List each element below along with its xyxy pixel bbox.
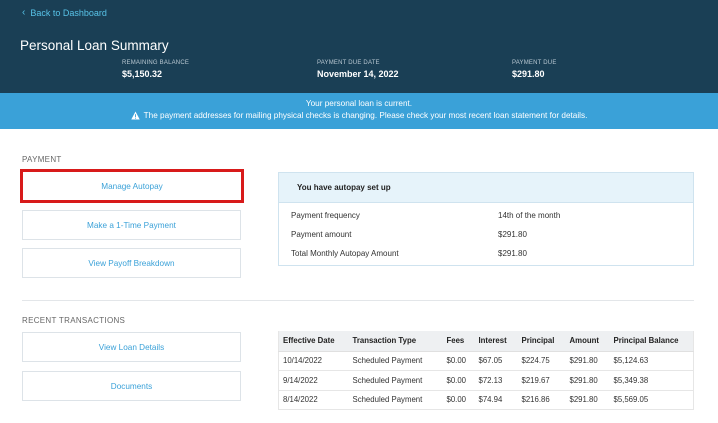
- stat-value: $291.80: [512, 69, 545, 79]
- cell-fees: $0.00: [442, 351, 475, 371]
- stat-label: REMAINING BALANCE: [122, 60, 190, 66]
- payment-section-label: PAYMENT: [22, 155, 62, 164]
- stat-label: PAYMENT DUE: [512, 60, 557, 66]
- documents-button[interactable]: Documents: [22, 371, 241, 401]
- autopay-amount-label: Payment amount: [291, 230, 352, 239]
- table-row: 8/14/2022 Scheduled Payment $0.00 $74.94…: [278, 390, 694, 410]
- autopay-total-label: Total Monthly Autopay Amount: [291, 249, 399, 258]
- banner-status-text: Your personal loan is current.: [305, 99, 413, 108]
- autopay-summary-card: You have autopay set up Payment frequenc…: [278, 172, 694, 266]
- cell-principal-balance: $5,349.38: [609, 370, 694, 391]
- section-divider: [22, 300, 694, 301]
- autopay-heading: You have autopay set up: [279, 173, 693, 203]
- banner-notice: The payment addresses for mailing physic…: [0, 111, 718, 120]
- cell-amount: $291.80: [565, 370, 610, 391]
- page-title: Personal Loan Summary: [20, 38, 169, 53]
- column-header: Principal Balance: [609, 331, 694, 352]
- cell-interest: $74.94: [474, 390, 518, 410]
- table-header-row: Effective Date Transaction Type Fees Int…: [278, 331, 694, 352]
- back-link-label: Back to Dashboard: [30, 8, 107, 18]
- autopay-frequency-value: 14th of the month: [498, 211, 561, 220]
- cell-effective-date: 10/14/2022: [278, 351, 349, 371]
- chevron-left-icon: ‹: [22, 7, 26, 18]
- cell-principal-balance: $5,569.05: [609, 390, 694, 410]
- page-header: ‹ Back to Dashboard Personal Loan Summar…: [0, 0, 718, 93]
- autopay-frequency-label: Payment frequency: [291, 211, 360, 220]
- cell-interest: $67.05: [474, 351, 518, 371]
- cell-principal: $224.75: [517, 351, 566, 371]
- column-header: Fees: [442, 331, 475, 352]
- column-header: Interest: [474, 331, 518, 352]
- stat-value: $5,150.32: [122, 69, 163, 79]
- cell-amount: $291.80: [565, 351, 610, 371]
- cell-principal: $219.67: [517, 370, 566, 391]
- column-header: Amount: [565, 331, 610, 352]
- cell-principal: $216.86: [517, 390, 566, 410]
- table-row: 9/14/2022 Scheduled Payment $0.00 $72.13…: [278, 370, 694, 391]
- cell-effective-date: 8/14/2022: [278, 390, 349, 410]
- payment-due-date-stat: PAYMENT DUE DATE November 14, 2022: [317, 60, 399, 79]
- banner-notice-text: The payment addresses for mailing physic…: [143, 111, 588, 120]
- warning-icon: [130, 111, 140, 120]
- cell-amount: $291.80: [565, 390, 610, 410]
- remaining-balance-stat: REMAINING BALANCE $5,150.32: [122, 60, 189, 79]
- cell-fees: $0.00: [442, 390, 475, 410]
- view-loan-details-button[interactable]: View Loan Details: [22, 332, 241, 362]
- autopay-amount-value: $291.80: [498, 230, 527, 239]
- cell-transaction-type: Scheduled Payment: [348, 370, 443, 391]
- stat-label: PAYMENT DUE DATE: [317, 60, 380, 66]
- stat-value: November 14, 2022: [317, 69, 399, 79]
- column-header: Principal: [517, 331, 566, 352]
- cell-effective-date: 9/14/2022: [278, 370, 349, 391]
- cell-fees: $0.00: [442, 370, 475, 391]
- cell-transaction-type: Scheduled Payment: [348, 351, 443, 371]
- make-one-time-payment-button[interactable]: Make a 1-Time Payment: [22, 210, 241, 240]
- cell-interest: $72.13: [474, 370, 518, 391]
- status-banner: Your personal loan is current. The payme…: [0, 93, 718, 129]
- recent-transactions-label: RECENT TRANSACTIONS: [22, 316, 126, 325]
- cell-transaction-type: Scheduled Payment: [348, 390, 443, 410]
- column-header: Effective Date: [278, 331, 349, 352]
- column-header: Transaction Type: [348, 331, 443, 352]
- view-payoff-breakdown-button[interactable]: View Payoff Breakdown: [22, 248, 241, 278]
- transactions-table: Effective Date Transaction Type Fees Int…: [278, 331, 694, 410]
- table-row: 10/14/2022 Scheduled Payment $0.00 $67.0…: [278, 351, 694, 371]
- back-to-dashboard-link[interactable]: ‹ Back to Dashboard: [22, 7, 107, 19]
- autopay-total-value: $291.80: [498, 249, 527, 258]
- payment-due-stat: PAYMENT DUE $291.80: [512, 60, 557, 79]
- cell-principal-balance: $5,124.63: [609, 351, 694, 371]
- manage-autopay-button[interactable]: Manage Autopay: [20, 169, 244, 203]
